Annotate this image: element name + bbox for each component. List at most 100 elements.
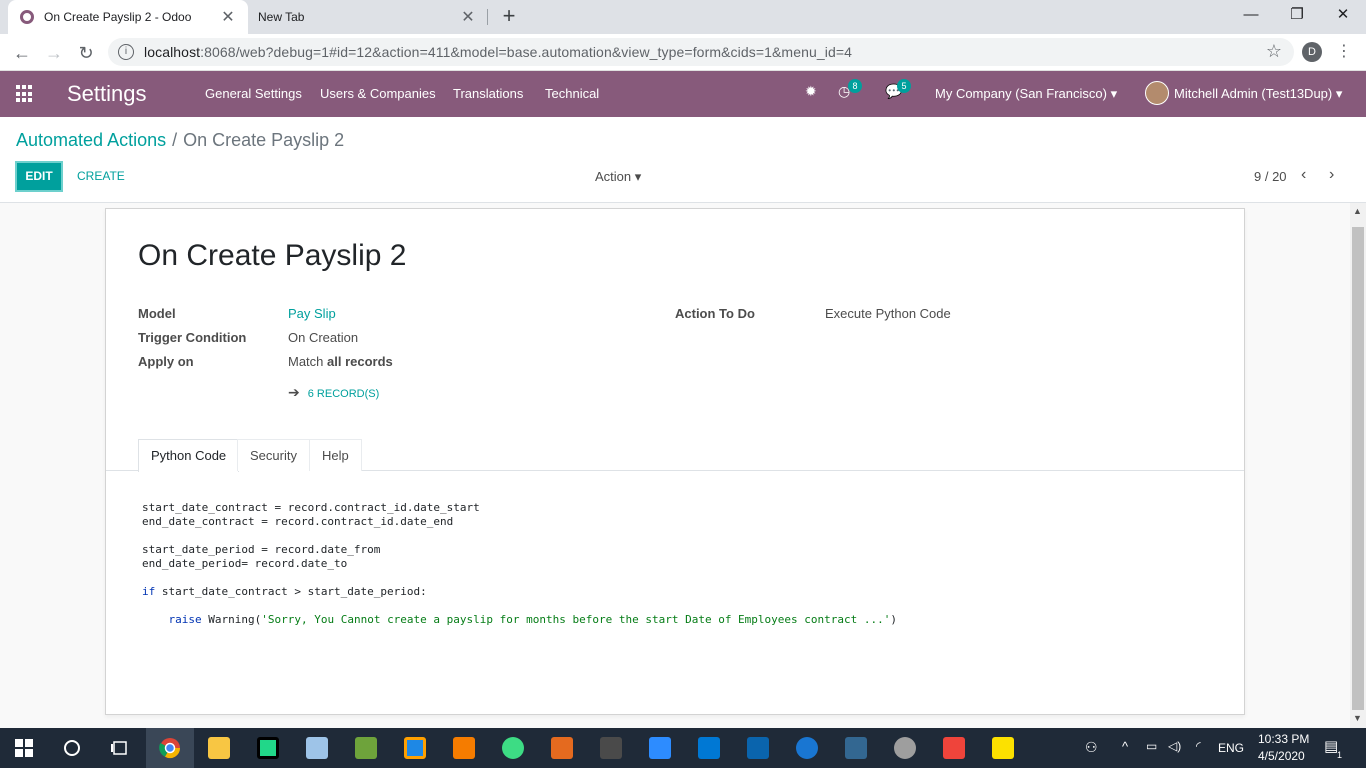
action-to-do-value: Execute Python Code	[825, 306, 951, 321]
user-avatar[interactable]	[1145, 81, 1169, 105]
language-indicator[interactable]: ENG	[1218, 741, 1244, 755]
menu-technical[interactable]: Technical	[545, 86, 599, 101]
apply-on-label: Apply on	[138, 354, 194, 369]
action-to-do-label: Action To Do	[675, 306, 755, 321]
app-icon-blue-orange[interactable]	[391, 728, 439, 768]
form-sheet: On Create Payslip 2 Model Pay Slip Trigg…	[105, 208, 1245, 715]
tab-python-code[interactable]: Python Code	[138, 439, 240, 472]
site-info-icon[interactable]: i	[118, 44, 134, 60]
user-menu[interactable]: Mitchell Admin (Test13Dup) ▾	[1174, 86, 1342, 102]
windows-start-icon[interactable]	[0, 728, 48, 768]
wifi-icon[interactable]: ◜	[1196, 739, 1201, 753]
restore-button[interactable]: ❐	[1274, 0, 1320, 30]
close-tab-icon[interactable]: ✕	[216, 7, 240, 27]
pager-previous-icon[interactable]: ‹	[1301, 166, 1306, 184]
apply-on-value: Match all records	[288, 354, 393, 369]
search-circle-icon[interactable]	[48, 728, 96, 768]
browser-tab-strip: On Create Payslip 2 - Odoo ✕ New Tab ✕ +…	[0, 0, 1366, 34]
message-badge: 5	[897, 79, 911, 93]
matlab-icon[interactable]	[538, 728, 586, 768]
file-explorer-icon[interactable]	[195, 728, 243, 768]
settings-gear-icon[interactable]	[881, 728, 929, 768]
browser-tab-title: On Create Payslip 2 - Odoo	[44, 10, 192, 24]
tab-security[interactable]: Security	[237, 439, 310, 471]
android-studio-icon[interactable]	[489, 728, 537, 768]
browser-tab-title: New Tab	[258, 10, 305, 24]
minimize-button[interactable]: —	[1228, 0, 1274, 30]
profile-avatar[interactable]: D	[1302, 42, 1322, 62]
sticky-notes-icon[interactable]	[979, 728, 1027, 768]
scroll-up-icon[interactable]: ▲	[1353, 206, 1362, 216]
calendar-app-icon[interactable]	[587, 728, 635, 768]
battery-icon[interactable]: ▭	[1146, 739, 1157, 753]
browser-tab-active[interactable]: On Create Payslip 2 - Odoo ✕	[8, 0, 248, 34]
chrome-taskbar-icon[interactable]	[146, 728, 194, 768]
pager-next-icon[interactable]: ›	[1329, 166, 1334, 184]
browser-tab-new[interactable]: New Tab ✕	[248, 0, 488, 34]
menu-users-companies[interactable]: Users & Companies	[320, 86, 436, 101]
code-line: start_date_period = record.date_from	[142, 543, 381, 556]
vertical-scrollbar[interactable]: ▲ ▼	[1350, 203, 1366, 728]
reload-icon[interactable]: ↻	[72, 39, 100, 67]
create-button[interactable]: CREATE	[77, 169, 125, 183]
back-icon[interactable]: ←	[8, 39, 36, 67]
notification-count: 1	[1337, 750, 1343, 760]
edit-button[interactable]: EDIT	[15, 161, 63, 192]
breadcrumb-parent-link[interactable]: Automated Actions	[16, 130, 166, 150]
app-icon-orange[interactable]	[440, 728, 488, 768]
volume-icon[interactable]: ◁)	[1168, 739, 1181, 753]
control-panel: Automated Actions / On Create Payslip 2 ED…	[0, 117, 1366, 203]
task-view-icon[interactable]	[96, 728, 144, 768]
anydesk-icon[interactable]	[930, 728, 978, 768]
pager-value[interactable]: 9 / 20	[1254, 169, 1287, 184]
zoom-icon[interactable]	[636, 728, 684, 768]
forward-icon[interactable]: →	[40, 39, 68, 67]
code-line: start_date_contract = record.contract_id…	[142, 501, 480, 514]
notebook-tabs: Python Code Security Help	[106, 439, 1244, 472]
odoo-navbar: Settings General Settings Users & Compan…	[0, 71, 1366, 117]
apps-menu-icon[interactable]	[16, 85, 34, 103]
model-value-link[interactable]: Pay Slip	[288, 306, 336, 321]
vscode-icon[interactable]	[685, 728, 733, 768]
address-bar[interactable]: i localhost:8068/web?debug=1#id=12&actio…	[108, 38, 1294, 66]
record-title: On Create Payslip 2	[138, 239, 407, 272]
browser-menu-icon[interactable]: ⋮	[1336, 40, 1352, 64]
scroll-down-icon[interactable]: ▼	[1353, 713, 1362, 723]
windows-taskbar: ⚇ ^ ▭ ◁) ◜ ENG 10:33 PM 4/5/2020 ▤ 1	[0, 728, 1366, 768]
caret-down-icon: ▾	[1335, 86, 1343, 101]
python-code-editor[interactable]: start_date_contract = record.contract_id…	[142, 501, 1222, 627]
activity-badge: 8	[848, 79, 862, 93]
action-dropdown[interactable]: Action ▾	[595, 169, 641, 185]
company-switcher[interactable]: My Company (San Francisco) ▾	[935, 86, 1117, 102]
menu-general-settings[interactable]: General Settings	[205, 86, 302, 101]
chevron-up-icon[interactable]: ^	[1122, 739, 1128, 754]
virtualbox-icon[interactable]	[293, 728, 341, 768]
messaging-chat-icon[interactable]: 💬 5	[885, 79, 911, 100]
mail-icon[interactable]	[734, 728, 782, 768]
url-text[interactable]: localhost:8068/web?debug=1#id=12&action=…	[144, 44, 852, 60]
postgresql-icon[interactable]	[832, 728, 880, 768]
records-button[interactable]: ➔ 6 RECORD(S)	[288, 384, 379, 401]
app-icon-green-yellow[interactable]	[342, 728, 390, 768]
bookmark-star-icon[interactable]: ☆	[1266, 41, 1282, 62]
breadcrumb-current: On Create Payslip 2	[183, 130, 345, 150]
trigger-label: Trigger Condition	[138, 330, 247, 345]
clock-time[interactable]: 10:33 PM	[1258, 732, 1309, 746]
debug-bug-icon[interactable]: ✹	[805, 83, 817, 100]
app-brand[interactable]: Settings	[67, 81, 147, 107]
maps-icon[interactable]	[783, 728, 831, 768]
code-line-if: if start_date_contract > start_date_peri…	[142, 585, 427, 598]
people-icon[interactable]: ⚇	[1085, 739, 1098, 756]
close-window-button[interactable]: ✕	[1320, 0, 1366, 30]
scrollbar-thumb[interactable]	[1352, 227, 1364, 710]
pycharm-icon[interactable]	[244, 728, 292, 768]
activity-clock-icon[interactable]: ◷ 8	[838, 79, 862, 100]
clock-date[interactable]: 4/5/2020	[1258, 749, 1305, 763]
caret-down-icon: ▾	[1110, 86, 1118, 101]
close-tab-icon[interactable]: ✕	[456, 7, 480, 27]
tab-help[interactable]: Help	[309, 439, 362, 471]
menu-translations[interactable]: Translations	[453, 86, 523, 101]
new-tab-button[interactable]: +	[496, 4, 522, 30]
